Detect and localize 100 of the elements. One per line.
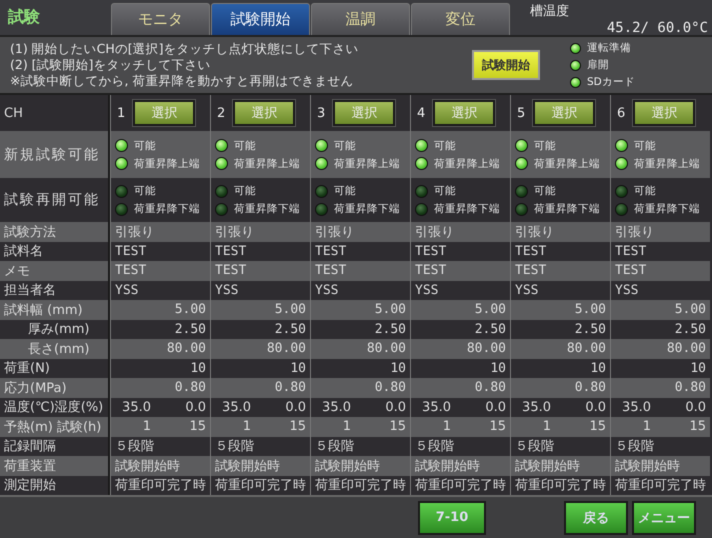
indicator-label: SDカード xyxy=(587,75,635,89)
table-cell: 引張り xyxy=(410,222,510,242)
select-button[interactable]: 選択 xyxy=(133,100,196,126)
row-label: 試料名 xyxy=(0,242,110,261)
select-button[interactable]: 選択 xyxy=(333,100,396,126)
table-cell: YSS xyxy=(510,280,610,300)
nav-button[interactable]: メニュー xyxy=(632,500,696,534)
table-cell: 引張り xyxy=(510,222,610,242)
table-cell: 10 xyxy=(210,358,310,378)
table-cell-text: 35.0 xyxy=(221,400,251,415)
table-cell: ５段階 xyxy=(110,436,210,456)
table-cell: 5.00 xyxy=(210,300,310,320)
table-cell: 引張り xyxy=(210,222,310,242)
nav-button[interactable]: 戻る xyxy=(564,500,628,534)
lamp-label: 荷重昇降上端 xyxy=(534,156,600,170)
lamp-label: 荷重昇降下端 xyxy=(334,202,400,216)
table-cell: YSS xyxy=(110,280,210,300)
table-cell-text: 1 xyxy=(542,419,551,434)
lamp-label: 可能 xyxy=(634,138,656,152)
tab[interactable]: 変位 xyxy=(411,3,510,35)
table-cell: ５段階 xyxy=(410,436,510,456)
table-cell: 5.00 xyxy=(510,300,610,320)
select-button[interactable]: 選択 xyxy=(433,100,496,126)
table-cell: 引張り xyxy=(110,222,210,242)
lamp-label: 可能 xyxy=(634,184,656,198)
table-cell: TEST xyxy=(410,261,510,280)
table-cell: 荷重印可完了時 xyxy=(510,476,610,495)
table-cell: 80.00 xyxy=(310,339,410,358)
instruction-text: (2) [試験開始]をタッチして下さい xyxy=(10,57,212,73)
table-cell: 0.80 xyxy=(110,378,210,398)
table-cell: 5.00 xyxy=(410,300,510,320)
table-cell: 2.50 xyxy=(110,320,210,339)
table-cell: TEST xyxy=(510,261,610,280)
table-cell: 0.80 xyxy=(210,378,310,398)
table-cell-text: 0.0 xyxy=(485,400,507,415)
select-button[interactable]: 選択 xyxy=(233,100,296,126)
lamp-label: 可能 xyxy=(334,184,356,198)
lamp-label: 荷重昇降上端 xyxy=(434,156,500,170)
table-cell-text: 0.0 xyxy=(285,400,307,415)
row-label: 荷重(N) xyxy=(0,358,110,378)
lamp-label: 可能 xyxy=(534,184,556,198)
channel-number: 1 xyxy=(117,106,126,120)
table-cell: 2.50 xyxy=(510,320,610,339)
row-label: 試験方法 xyxy=(0,222,110,242)
row-label: メモ xyxy=(0,261,110,280)
table-cell: 荷重印可完了時 xyxy=(110,476,210,495)
table-cell-text: 1 xyxy=(642,419,651,434)
table-cell: ５段階 xyxy=(310,436,410,456)
table-cell: YSS xyxy=(610,280,710,300)
table-cell: 2.50 xyxy=(210,320,310,339)
tab[interactable]: 試験開始 xyxy=(211,3,310,35)
table-cell-text: 1 xyxy=(142,419,151,434)
lamp-label: 荷重昇降下端 xyxy=(234,202,300,216)
channel-number: 6 xyxy=(617,106,626,120)
lamp-label: 荷重昇降下端 xyxy=(434,202,500,216)
table-cell-text: 0.0 xyxy=(185,400,207,415)
table-cell-text: 35.0 xyxy=(521,400,551,415)
lamp-label: 可能 xyxy=(534,138,556,152)
table-cell: TEST xyxy=(510,242,610,261)
page-button[interactable]: 7-10 xyxy=(418,500,486,534)
lamp-label: 可能 xyxy=(434,184,456,198)
lamp-label: 可能 xyxy=(434,138,456,152)
tab[interactable]: モニタ xyxy=(111,3,210,35)
table-cell: 試験開始時 xyxy=(510,456,610,476)
start-test-button[interactable]: 試験開始 xyxy=(472,50,540,80)
table-cell: TEST xyxy=(110,242,210,261)
row-label: 測定開始 xyxy=(0,476,110,495)
table-cell-text: 1 xyxy=(342,419,351,434)
lamp-label: 荷重昇降下端 xyxy=(634,202,700,216)
row-label: 温度(℃)湿度(%) xyxy=(0,398,110,417)
lamp-label: 荷重昇降上端 xyxy=(234,156,300,170)
table-cell-text: 15 xyxy=(389,419,407,434)
lamp-label: 荷重昇降上端 xyxy=(134,156,200,170)
select-button[interactable]: 選択 xyxy=(533,100,596,126)
lamp-label: 可能 xyxy=(234,184,256,198)
table-cell-text: 1 xyxy=(242,419,251,434)
select-button[interactable]: 選択 xyxy=(633,100,696,126)
table-cell: 5.00 xyxy=(310,300,410,320)
table-cell: 10 xyxy=(510,358,610,378)
table-cell: 80.00 xyxy=(410,339,510,358)
table-cell: 荷重印可完了時 xyxy=(410,476,510,495)
indicator-label: 扉開 xyxy=(587,58,609,72)
lamp-label: 可能 xyxy=(134,184,156,198)
tab[interactable]: 温調 xyxy=(311,3,410,35)
table-cell: 80.00 xyxy=(510,339,610,358)
table-cell-text: 35.0 xyxy=(421,400,451,415)
channel-number: 3 xyxy=(317,106,326,120)
lamp-label: 荷重昇降下端 xyxy=(134,202,200,216)
table-cell: 試験開始時 xyxy=(110,456,210,476)
table-cell-text: 15 xyxy=(589,419,607,434)
table-cell: 引張り xyxy=(310,222,410,242)
table-cell: 試験開始時 xyxy=(310,456,410,476)
table-cell: TEST xyxy=(310,261,410,280)
indicator-label: 運転準備 xyxy=(587,41,631,55)
table-cell-text: 0.0 xyxy=(385,400,407,415)
channel-number: 5 xyxy=(517,106,526,120)
row-label: 担当者名 xyxy=(0,280,110,300)
table-cell: TEST xyxy=(210,261,310,280)
table-cell: TEST xyxy=(110,261,210,280)
table-cell: YSS xyxy=(410,280,510,300)
